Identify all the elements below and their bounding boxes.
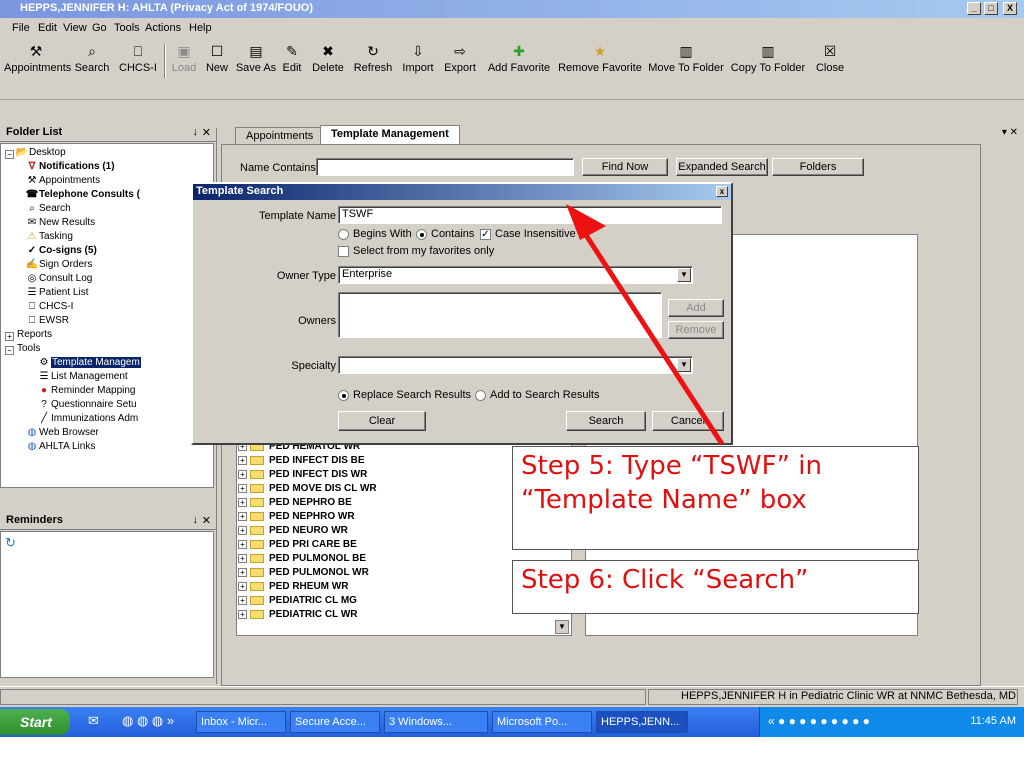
browser-quick-launch-icon[interactable]: ◍ ◍ ◍ » <box>122 713 174 729</box>
tray-icons[interactable]: « ● ● ● ● ● ● ● ● ● <box>768 714 870 728</box>
task-inbox[interactable]: Inbox - Micr... <box>196 711 286 733</box>
arrow-head <box>566 204 606 240</box>
page-margin <box>0 737 1024 768</box>
taskbar: Start ✉ ◍ ◍ ◍ » Inbox - Micr... Secure A… <box>0 707 1024 737</box>
status-bar: HEPPS,JENNIFER H in Pediatric Clinic WR … <box>0 686 1024 706</box>
clock: 11:45 AM <box>970 715 1016 727</box>
quick-launch-icon[interactable]: ✉ <box>88 713 99 729</box>
task-ahlta[interactable]: HEPPS,JENN... <box>596 711 688 733</box>
status-text: HEPPS,JENNIFER H in Pediatric Clinic WR … <box>681 690 1016 702</box>
task-secure-access[interactable]: Secure Acce... <box>290 711 380 733</box>
step-5-callout: Step 5: Type “TSWF” in “Template Name” b… <box>512 446 919 550</box>
status-pane <box>0 689 646 705</box>
system-tray: « ● ● ● ● ● ● ● ● ● 11:45 AM <box>759 707 1024 737</box>
task-windows-group[interactable]: 3 Windows... <box>384 711 488 733</box>
arrow-shaft <box>581 230 725 446</box>
task-powerpoint[interactable]: Microsoft Po... <box>492 711 592 733</box>
start-button[interactable]: Start <box>0 709 70 735</box>
step-6-callout: Step 6: Click “Search” <box>512 560 919 614</box>
annotation-arrow <box>566 204 725 446</box>
